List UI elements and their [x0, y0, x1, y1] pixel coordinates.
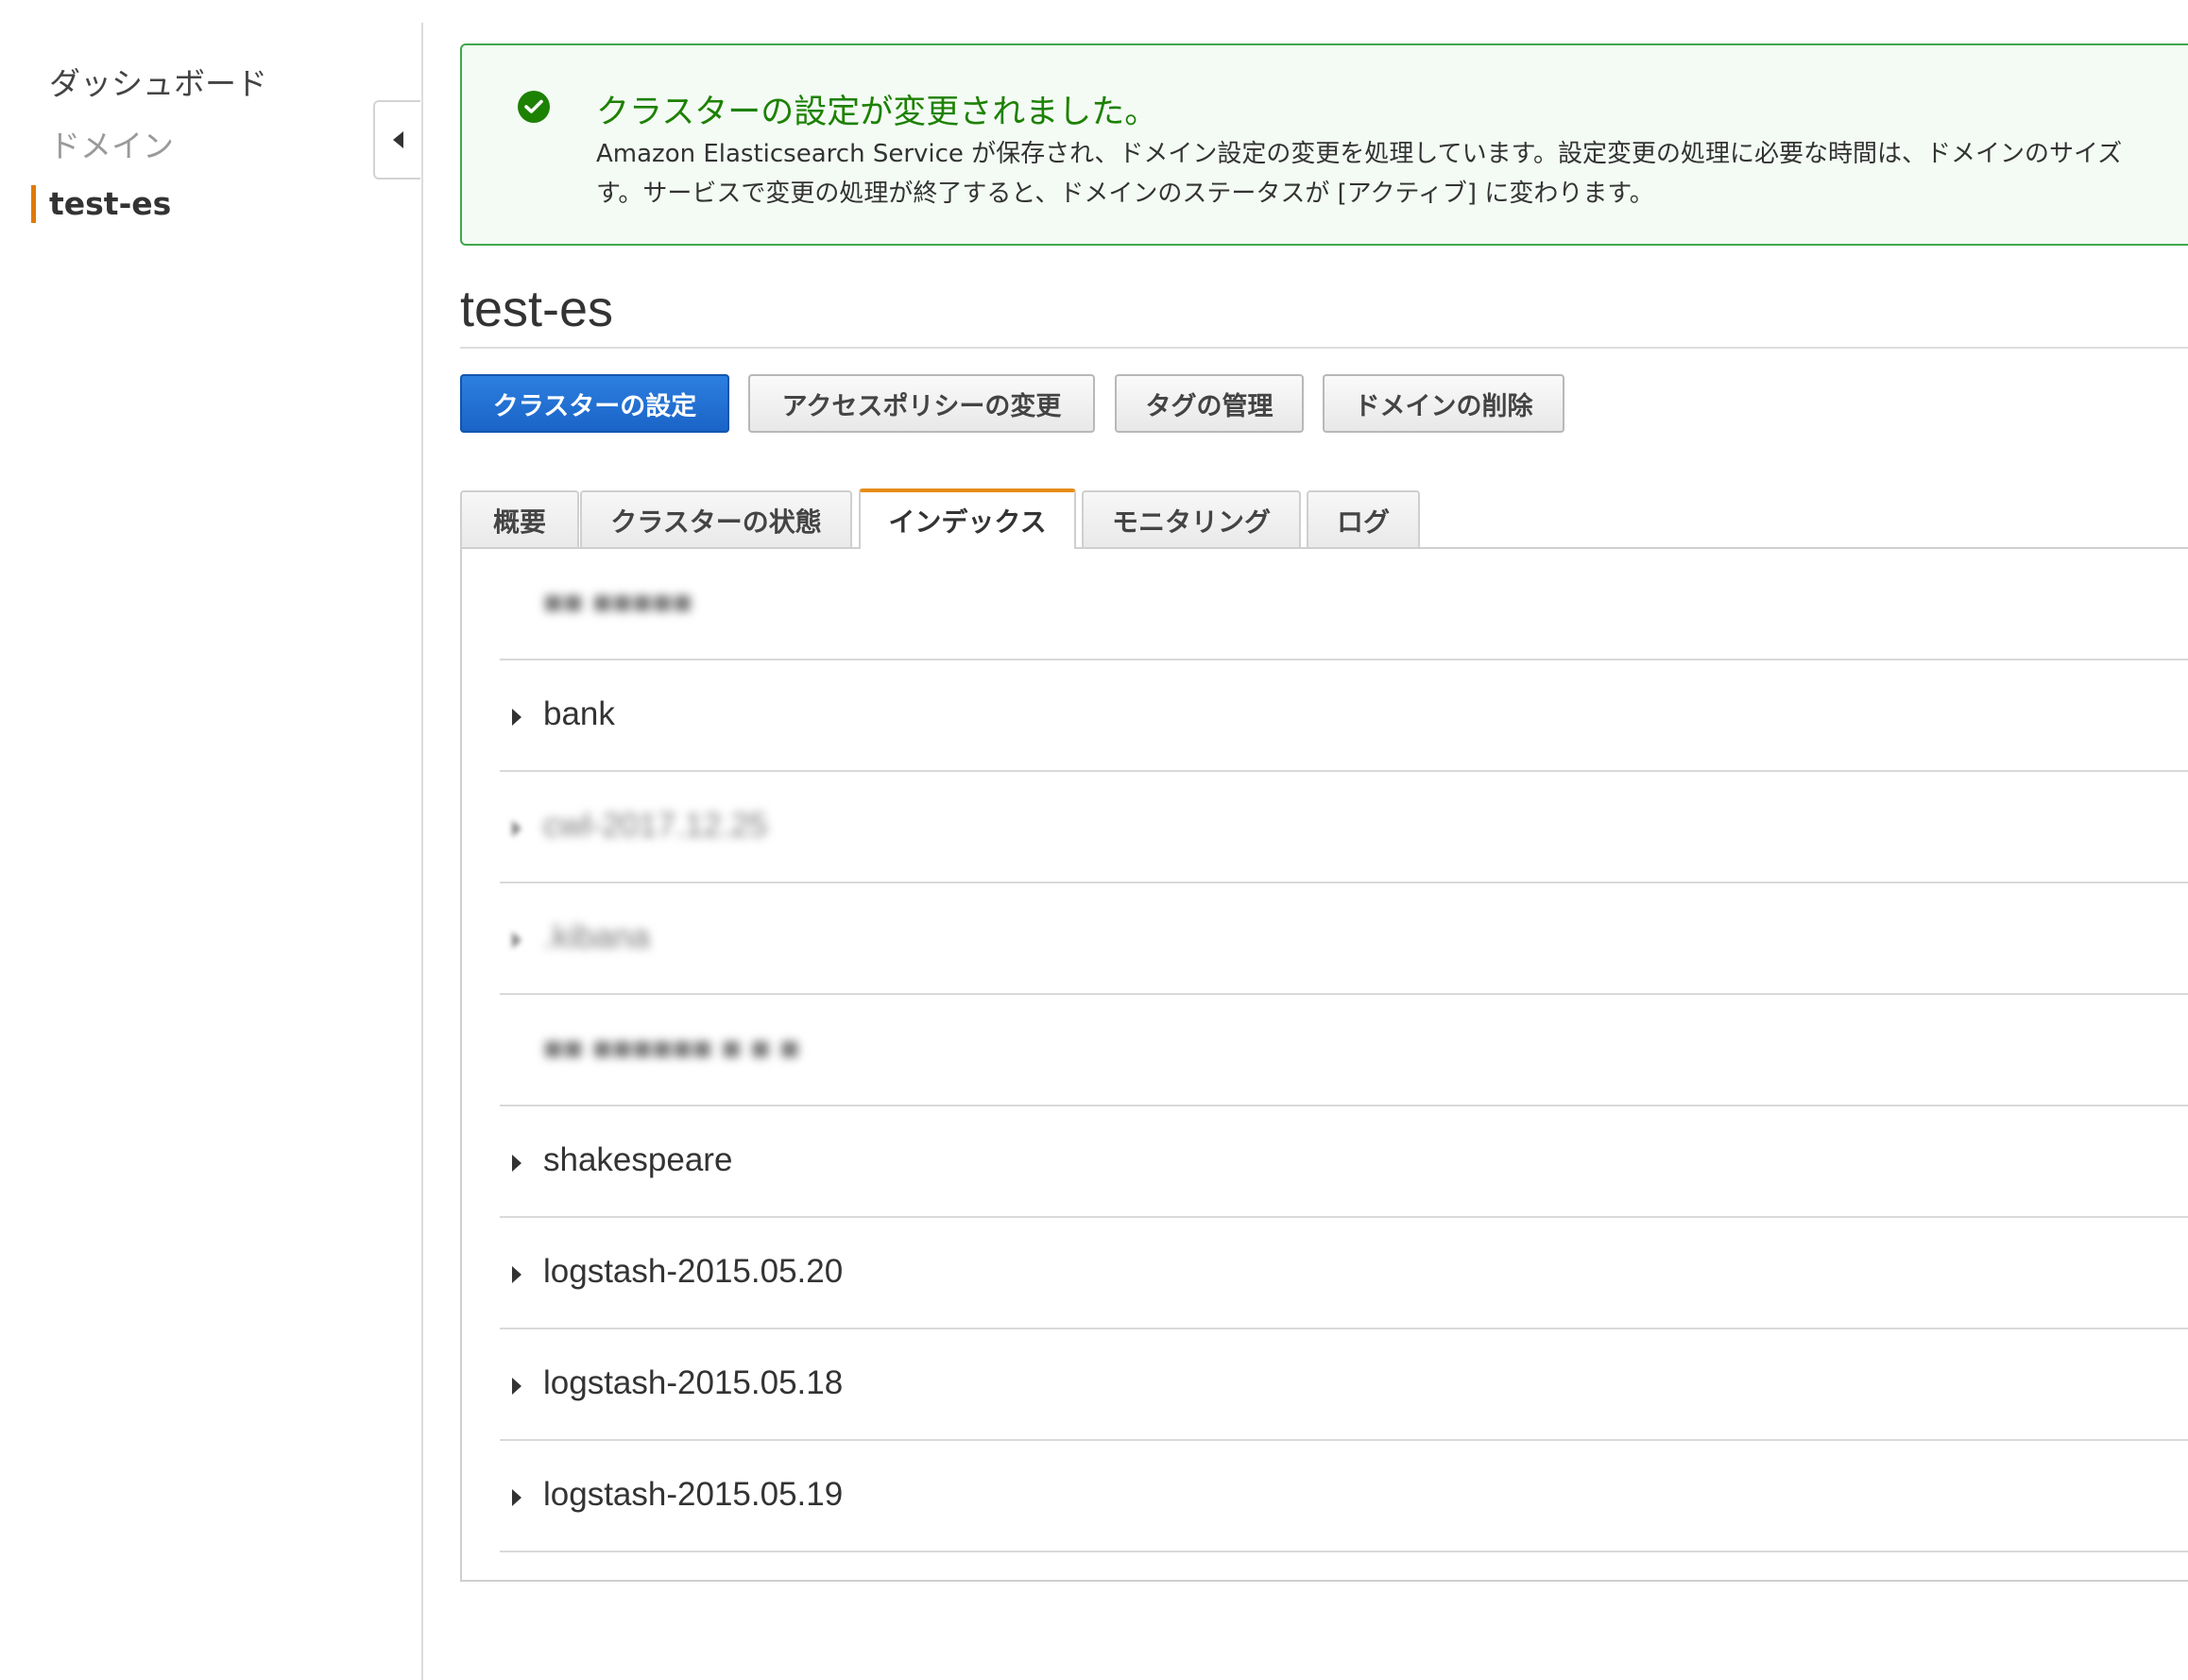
- caret-right-icon[interactable]: [512, 1378, 521, 1395]
- tab-monitoring[interactable]: モニタリング: [1082, 490, 1301, 549]
- index-row[interactable]: logstash-2015.05.19: [500, 1441, 2188, 1552]
- sidebar-item-dashboard[interactable]: ダッシュボード: [49, 59, 267, 104]
- index-name: cwl-2017.12.25: [543, 807, 768, 844]
- index-name: logstash-2015.05.19: [543, 1476, 844, 1513]
- caret-right-icon[interactable]: [512, 1266, 521, 1283]
- caret-right-icon[interactable]: [512, 1489, 521, 1506]
- tab-indices[interactable]: インデックス: [859, 489, 1076, 549]
- index-row[interactable]: logstash-2015.05.20: [500, 1218, 2188, 1329]
- caret-right-icon[interactable]: [512, 932, 521, 949]
- title-divider: [460, 347, 2188, 349]
- index-row[interactable]: bank: [500, 660, 2188, 772]
- index-name: shakespeare: [543, 1141, 733, 1178]
- notification-title: クラスターの設定が変更されました。: [596, 94, 1158, 131]
- active-indicator: [31, 185, 36, 223]
- caret-right-icon[interactable]: [512, 1155, 521, 1172]
- index-row[interactable]: ■■ ■■■■■: [500, 549, 2188, 660]
- index-row[interactable]: cwl-2017.12.25: [500, 772, 2188, 883]
- sidebar: ダッシュボード ドメイン test-es: [0, 0, 421, 1680]
- notification-message: Amazon Elasticsearch Service が保存され、ドメイン設…: [596, 134, 2122, 214]
- caret-right-icon[interactable]: [512, 709, 521, 726]
- sidebar-item-domains[interactable]: ドメイン: [49, 121, 174, 166]
- row-divider: [500, 1551, 2188, 1552]
- notification-line-2: す。サービスで変更の処理が終了すると、ドメインのステータスが [アクティブ] に…: [596, 180, 1654, 208]
- page-title: test-es: [460, 281, 614, 337]
- index-name: bank: [543, 695, 615, 732]
- index-name: ■■ ■■■■■■ ■ ■ ■: [543, 1030, 800, 1067]
- sidebar-divider: [421, 23, 423, 1680]
- indices-panel: ■■ ■■■■■ bank cwl-2017.12.25 .kibana ■■ …: [460, 547, 2188, 1582]
- configure-cluster-button[interactable]: クラスターの設定: [460, 374, 729, 433]
- tab-logs[interactable]: ログ: [1307, 490, 1420, 549]
- sidebar-item-test-es[interactable]: test-es: [49, 185, 171, 222]
- index-row[interactable]: ■■ ■■■■■■ ■ ■ ■: [500, 995, 2188, 1106]
- caret-right-icon[interactable]: [512, 820, 521, 837]
- success-notification: クラスターの設定が変更されました。 Amazon Elasticsearch S…: [460, 43, 2188, 246]
- delete-domain-button[interactable]: ドメインの削除: [1323, 374, 1564, 433]
- collapse-sidebar-button[interactable]: [373, 100, 420, 180]
- modify-access-policy-button[interactable]: アクセスポリシーの変更: [748, 374, 1095, 433]
- index-name: .kibana: [543, 918, 650, 955]
- index-name: logstash-2015.05.18: [543, 1364, 844, 1401]
- manage-tags-button[interactable]: タグの管理: [1115, 374, 1304, 433]
- index-name: ■■ ■■■■■: [543, 584, 692, 621]
- tab-cluster-health[interactable]: クラスターの状態: [580, 490, 852, 549]
- index-row[interactable]: .kibana: [500, 883, 2188, 995]
- index-row[interactable]: shakespeare: [500, 1106, 2188, 1218]
- index-row[interactable]: logstash-2015.05.18: [500, 1329, 2188, 1441]
- notification-line-1: Amazon Elasticsearch Service が保存され、ドメイン設…: [596, 140, 2123, 168]
- tab-overview[interactable]: 概要: [460, 490, 579, 549]
- caret-left-icon: [392, 131, 403, 148]
- check-circle-icon: [518, 91, 550, 123]
- index-name: logstash-2015.05.20: [543, 1253, 844, 1290]
